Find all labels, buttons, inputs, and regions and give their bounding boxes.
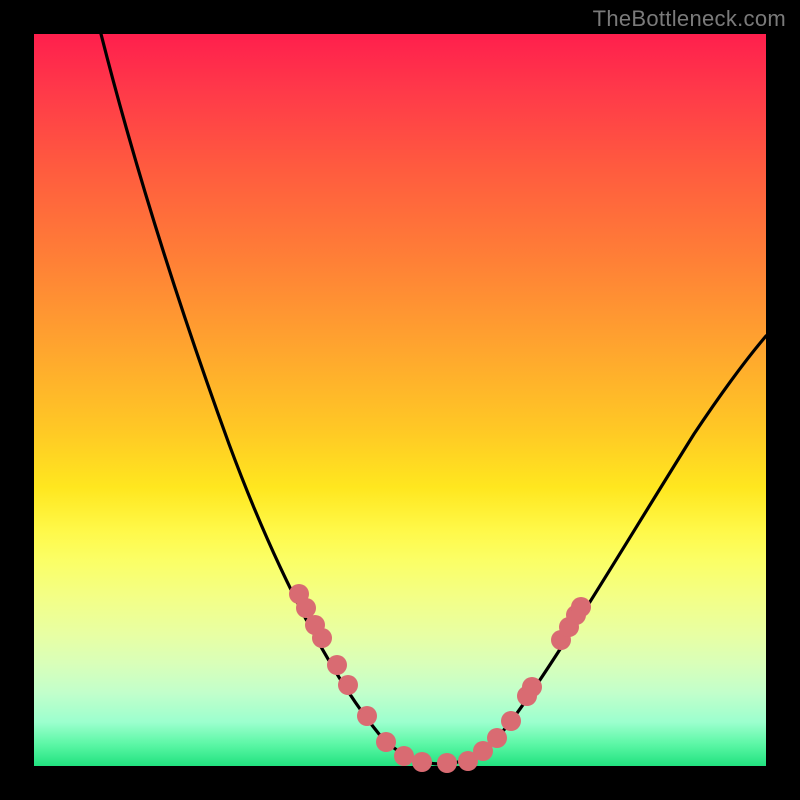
data-point [357, 706, 377, 726]
data-point [412, 752, 432, 772]
data-point [312, 628, 332, 648]
data-point [522, 677, 542, 697]
data-point [487, 728, 507, 748]
data-point [394, 746, 414, 766]
data-point [338, 675, 358, 695]
watermark-text: TheBottleneck.com [593, 6, 786, 32]
bottleneck-curve [101, 34, 766, 764]
data-point [296, 598, 316, 618]
chart-frame: TheBottleneck.com [0, 0, 800, 800]
data-point [571, 597, 591, 617]
chart-svg [34, 34, 766, 766]
data-point [437, 753, 457, 773]
marker-group [289, 584, 591, 773]
data-point [376, 732, 396, 752]
data-point [327, 655, 347, 675]
data-point [501, 711, 521, 731]
